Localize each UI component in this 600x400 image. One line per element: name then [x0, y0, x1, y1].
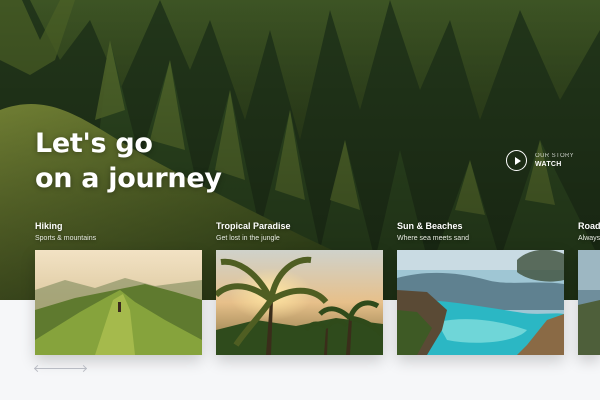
card-subtitle: Sports & mountains — [35, 235, 97, 242]
card-subtitle: Where sea meets sand — [397, 235, 469, 242]
card-image-hiking[interactable] — [35, 250, 202, 355]
carousel-next-button[interactable] — [60, 364, 86, 372]
card-title: Road — [578, 221, 600, 231]
card-image-tropical[interactable] — [216, 250, 383, 355]
watch-label[interactable]: WATCH — [535, 160, 574, 169]
card-title: Sun & Beaches — [397, 221, 463, 231]
card-title: Hiking — [35, 221, 63, 231]
arrow-right-icon[interactable] — [60, 367, 86, 369]
card-hiking[interactable]: Hiking Sports & mountains — [35, 220, 202, 355]
watch-story-button[interactable]: OUR STORY WATCH — [506, 150, 574, 171]
card-tropical-paradise[interactable]: Tropical Paradise Get lost in the jungle — [216, 220, 383, 355]
arrow-left-icon[interactable] — [35, 367, 61, 369]
hero-headline: Let's go on a journey — [35, 126, 222, 196]
card-sun-beaches[interactable]: Sun & Beaches Where sea meets sand — [397, 220, 564, 355]
story-label: OUR STORY — [535, 153, 575, 159]
hiker-figure — [118, 302, 121, 312]
card-image-road[interactable] — [578, 250, 600, 355]
card-road[interactable]: Road Always — [578, 220, 600, 355]
headline-line-1: Let's go — [35, 128, 153, 159]
card-title: Tropical Paradise — [216, 221, 291, 231]
card-subtitle: Get lost in the jungle — [216, 235, 280, 242]
play-icon[interactable] — [506, 150, 527, 171]
card-image-beach[interactable] — [397, 250, 564, 355]
headline-line-2: on a journey — [35, 163, 222, 194]
carousel-prev-button[interactable] — [35, 364, 61, 372]
card-subtitle: Always — [578, 235, 600, 242]
